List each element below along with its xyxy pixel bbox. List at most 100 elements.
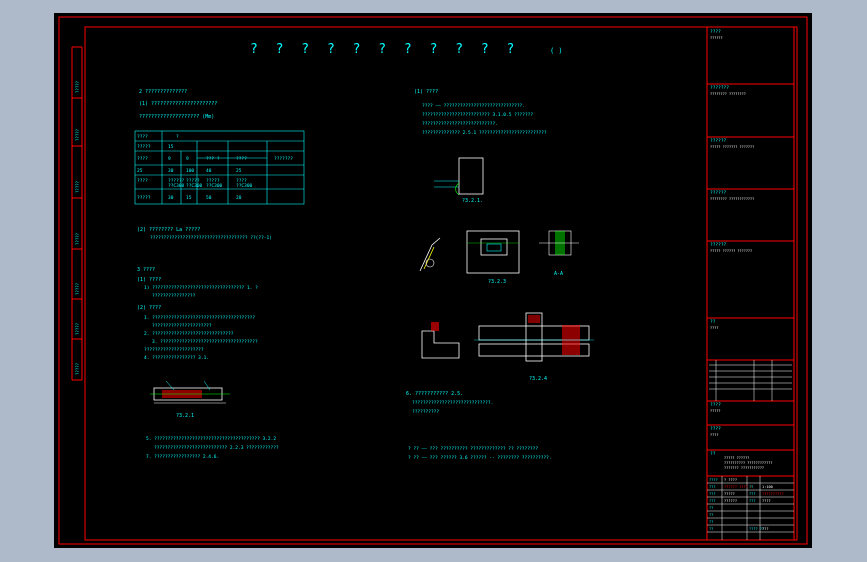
title-block-cell: ??? xyxy=(749,499,756,503)
binding-strip-label: ????? xyxy=(75,282,80,295)
table-cell: 9 xyxy=(168,156,171,162)
right-text-line: ?????????????? 2.5.1 ???????????????????… xyxy=(422,130,547,136)
title-block-cell: ??? xyxy=(709,499,716,503)
title-block-value: ?????? xyxy=(710,36,723,40)
figure-3-2-3 xyxy=(419,230,579,274)
left-sub-2-note: ???????????????????????????????????? ??(… xyxy=(150,235,272,241)
section-3-2: (2) ???? xyxy=(137,305,161,311)
title-block-cell: ???? xyxy=(709,478,718,482)
title-block-label: ?????? xyxy=(710,138,727,144)
title-block-project-line: ????? ?????? xyxy=(724,456,749,460)
procedure-step: 3. ???????????????????????????????????? xyxy=(152,339,258,345)
right-text-line: ???? —— ?????????????????????????????. xyxy=(422,103,525,109)
title-block-value: ????? ??????? ??????? xyxy=(710,145,754,149)
title-block-label: ???? xyxy=(710,402,721,408)
figure-3-2-1-left xyxy=(150,380,230,404)
title-block-value: ????? ?????? ??????? xyxy=(710,249,752,253)
spec-table-cells: ?????????? 15???? 9 9??? ????? ???????25 30 10… xyxy=(137,134,293,201)
title-block-value: ???????? ???????????? xyxy=(710,197,754,201)
section-3-1-text2: ???????????????? xyxy=(152,293,196,299)
table-cell: ???? xyxy=(137,156,148,162)
title-block-project-line: ?????????? ???????????? xyxy=(724,461,772,465)
fig-label-left: ?3.2.1 xyxy=(176,413,194,419)
title-block-value: ????? xyxy=(710,409,721,413)
fig-label-2: ?3.2.3 xyxy=(488,279,506,285)
left-heading: 2 ?????????????? xyxy=(139,89,187,95)
table-header-cell: ???? xyxy=(137,134,148,140)
title-block-cell: ????? xyxy=(724,492,735,496)
binding-strip-label: ????? xyxy=(75,322,80,335)
section-3-1-text: 1) ?????????????????????????????????? 1.… xyxy=(144,285,258,291)
cad-drawing-canvas[interactable]: ??????????????????????????????????? ? ? … xyxy=(54,13,812,548)
binding-strip-label: ????? xyxy=(75,362,80,375)
table-cell: ????? xyxy=(137,144,151,150)
binding-strip-label: ????? xyxy=(75,232,80,245)
table-cell: 15 xyxy=(186,195,192,201)
title-block-value: ???? xyxy=(710,433,718,437)
table-cell: ???? xyxy=(137,178,148,184)
title-block-cell: ?? xyxy=(709,506,713,510)
table-cell: 100 xyxy=(186,168,194,174)
title-block-value: ???????? ???????? xyxy=(710,92,746,96)
table-cell: 20 xyxy=(236,195,242,201)
bottom-note: 7. ????????????????? 2.4.6. xyxy=(146,454,219,460)
fig-label-4: ?3.2.4 xyxy=(529,376,547,382)
fig-label-3: A-A xyxy=(554,271,563,277)
table-cell: ????? xyxy=(137,195,151,201)
drawing-title: ? ? ? ? ? ? ? ? ? ? ? xyxy=(250,42,519,57)
procedure-step: ?????????????????????? xyxy=(144,347,204,353)
procedure-step: 2. ?????????????????????????????? xyxy=(144,331,234,337)
binding-strip-label: ????? xyxy=(75,80,80,93)
table-cell: 50 xyxy=(206,195,212,201)
table-cell: 9 xyxy=(186,156,189,162)
table-cell: ??C300 xyxy=(186,183,203,189)
outer-frame xyxy=(58,16,808,545)
title-block-cell: ?????? ???? ? xyxy=(724,485,752,489)
title-block-text: ????????????????????????? ??????????????… xyxy=(709,29,784,531)
title-block-value: ???? xyxy=(710,326,718,330)
title-block-cell: ? ???? xyxy=(724,478,737,482)
right-sub-1: (1) ???? xyxy=(414,89,438,95)
table-cell: ??C300 xyxy=(236,183,253,189)
title-block-cell: ?????????? xyxy=(762,492,784,496)
procedure-step: ?????????????????????? xyxy=(152,323,212,329)
title-block-cell: ??? xyxy=(749,492,756,496)
table-cell: ??? ? xyxy=(206,156,220,162)
table-header-cell: ? xyxy=(176,134,179,140)
table-cell: 25 xyxy=(137,168,143,174)
title-block-cell: ?? xyxy=(749,485,753,489)
title-block-cell: ?????? xyxy=(724,499,737,503)
table-cell: 30 xyxy=(168,168,174,174)
bottom-note: ??????????????????????????? 2.2.3 ??????… xyxy=(154,445,279,451)
binding-strip-labels: ??????????????????????????????????? xyxy=(75,80,80,375)
spec-table xyxy=(134,130,305,205)
drawing-title-suffix: ( ) xyxy=(550,47,563,55)
table-cell: 30 xyxy=(168,195,174,201)
title-block-label: ???? xyxy=(710,426,721,432)
procedure-step: 4. ???????????????? 3.1. xyxy=(144,355,209,361)
title-block-cell: ???? xyxy=(762,499,771,503)
title-block-label: ?????? xyxy=(710,242,727,248)
title-block-cell: ??? xyxy=(709,485,716,489)
section-3-1: (1) ???? xyxy=(137,277,161,283)
title-block-label: ???? xyxy=(710,29,721,35)
cad-drawing-sheet[interactable]: ??????????????????????????????????? ? ? … xyxy=(54,13,812,548)
fig-label-1: ?3.2.1. xyxy=(462,198,483,204)
title-block-cell: ??? xyxy=(709,492,716,496)
title-block-project-label: ?? xyxy=(710,451,716,457)
left-sub-1: (1) ?????????????????????? xyxy=(139,101,217,107)
title-block-label: ??????? xyxy=(710,85,729,91)
table-cell: ??C300 xyxy=(206,183,223,189)
bottom-notes: 5. ?????????????????????????????????????… xyxy=(146,436,279,460)
binding-strip-label: ????? xyxy=(75,128,80,141)
procedure-steps: 1. ?????????????????????????????????????… xyxy=(144,315,258,361)
table-cell: 25 xyxy=(236,168,242,174)
title-block-label: ?? xyxy=(710,319,716,325)
left-sub-2: (2) ???????? La ????? xyxy=(137,227,200,233)
title-block-cell: ?? xyxy=(709,520,713,524)
figure-3-2-4 xyxy=(421,312,594,362)
table-cell: 15 xyxy=(168,144,174,150)
bottom-note: 5. ?????????????????????????????????????… xyxy=(146,436,276,442)
title-block-project-line: ??????? ??????????? xyxy=(724,466,764,470)
right-text-line: ????????????????????????? 3.1.0.5 ??????… xyxy=(422,112,533,118)
